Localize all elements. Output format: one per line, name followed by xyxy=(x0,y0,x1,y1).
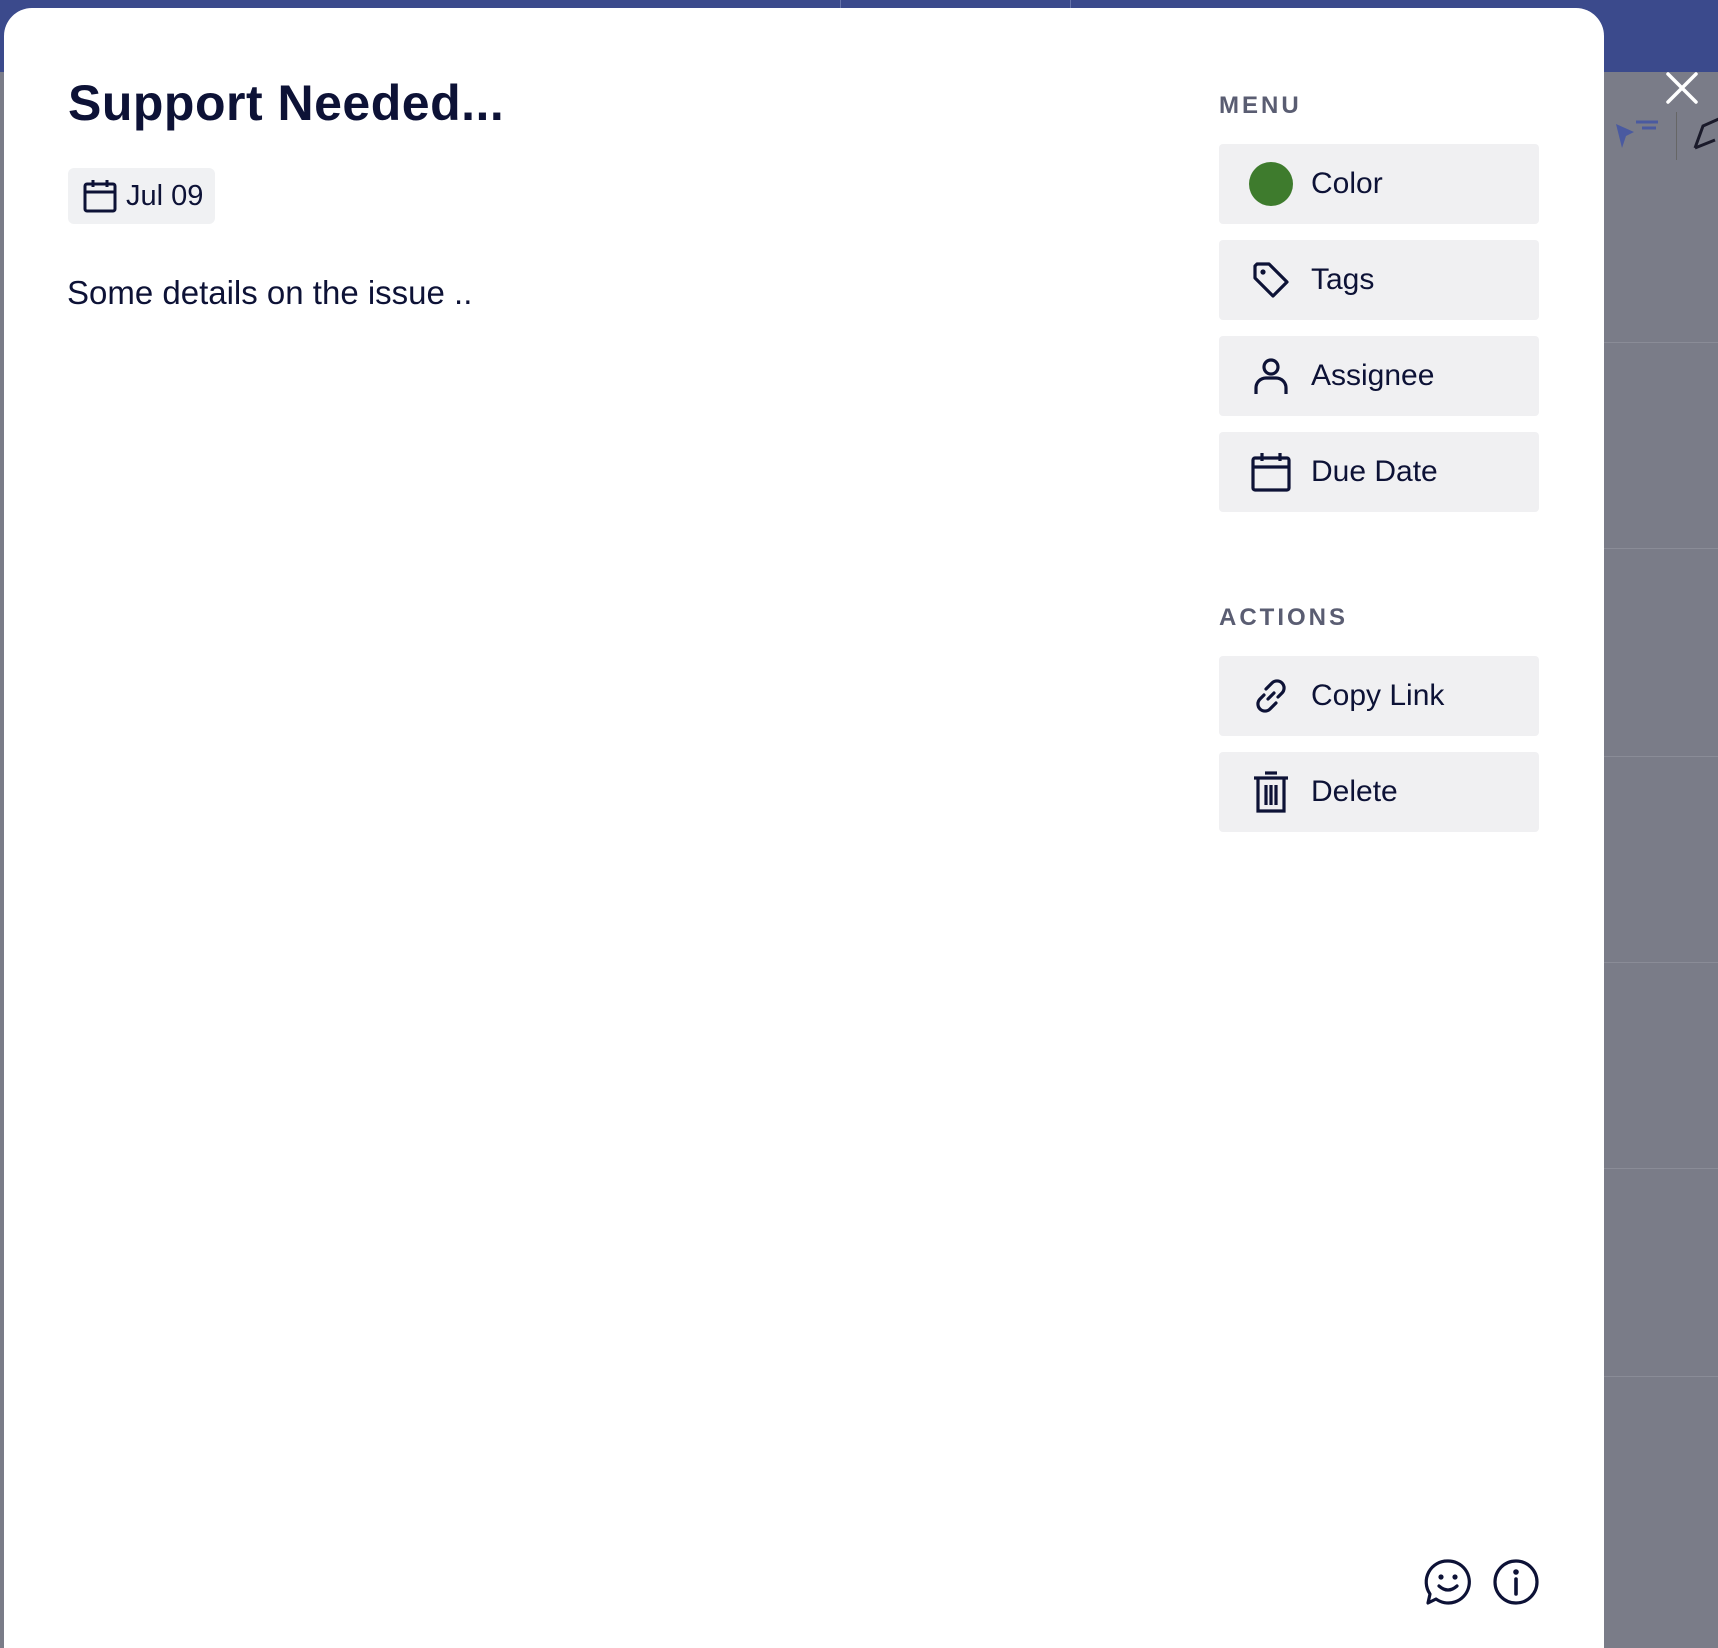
copy-link-button-label: Copy Link xyxy=(1311,679,1445,712)
person-icon xyxy=(1249,354,1293,398)
link-icon xyxy=(1249,674,1293,718)
assignee-button-label: Assignee xyxy=(1311,359,1435,392)
trash-icon xyxy=(1249,770,1293,814)
feedback-icon[interactable] xyxy=(1424,1558,1472,1606)
due-date-button[interactable]: Due Date xyxy=(1219,432,1539,512)
date-label: Jul 09 xyxy=(126,179,204,212)
card-detail-modal: Support Needed... Jul 09 Some details on… xyxy=(4,8,1604,1648)
color-button-label: Color xyxy=(1311,167,1383,200)
modal-footer-icons xyxy=(1424,1558,1540,1606)
pen-icon xyxy=(1691,114,1718,159)
info-icon[interactable] xyxy=(1492,1558,1540,1606)
background-divider xyxy=(1604,1168,1718,1169)
tag-icon xyxy=(1249,258,1293,302)
calendar-icon xyxy=(1249,450,1293,494)
background-divider xyxy=(1604,342,1718,343)
tags-button-label: Tags xyxy=(1311,263,1375,296)
toolbar-separator xyxy=(1676,112,1677,160)
close-modal-button[interactable] xyxy=(1660,66,1704,110)
calendar-icon xyxy=(83,180,117,213)
background-toolbar xyxy=(1612,112,1718,160)
delete-button-label: Delete xyxy=(1311,775,1398,808)
background-divider xyxy=(1604,756,1718,757)
filter-icon xyxy=(1612,114,1662,159)
color-button[interactable]: Color xyxy=(1219,144,1539,224)
due-date-button-label: Due Date xyxy=(1311,455,1438,488)
delete-button[interactable]: Delete xyxy=(1219,752,1539,832)
tags-button[interactable]: Tags xyxy=(1219,240,1539,320)
close-icon[interactable] xyxy=(1665,71,1699,105)
assignee-button[interactable]: Assignee xyxy=(1219,336,1539,416)
card-description[interactable]: Some details on the issue .. xyxy=(67,274,472,312)
background-divider xyxy=(1604,1376,1718,1377)
menu-section-label: MENU xyxy=(1219,92,1302,119)
background-divider xyxy=(1604,962,1718,963)
actions-section-label: ACTIONS xyxy=(1219,604,1348,631)
card-color-swatch xyxy=(1249,162,1293,206)
copy-link-button[interactable]: Copy Link xyxy=(1219,656,1539,736)
background-divider xyxy=(1604,548,1718,549)
date-chip[interactable]: Jul 09 xyxy=(68,168,216,224)
color-dot-icon xyxy=(1249,162,1293,206)
card-title[interactable]: Support Needed... xyxy=(68,74,504,132)
